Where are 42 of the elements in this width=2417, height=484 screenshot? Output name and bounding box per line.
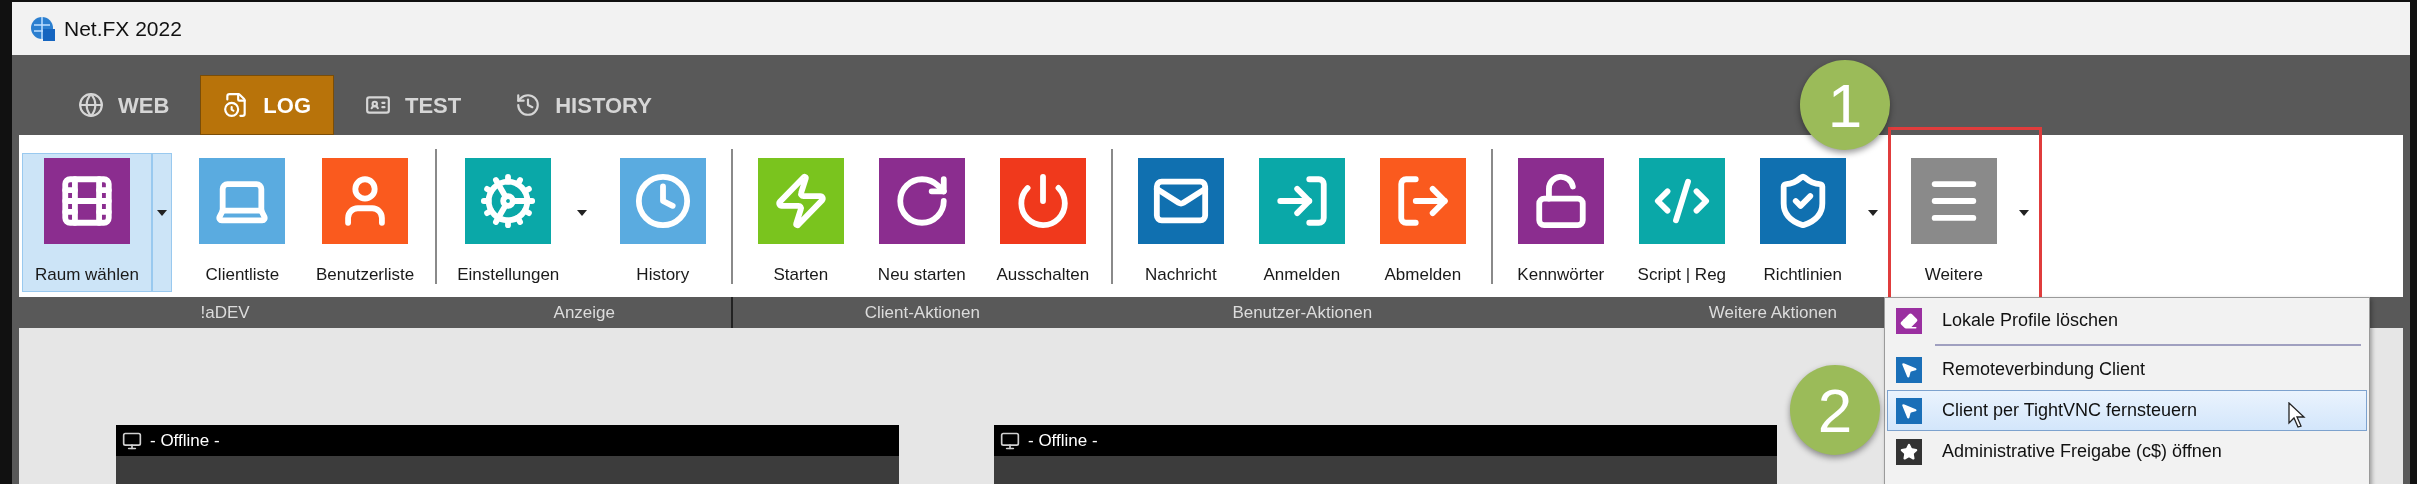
ribbon-tab[interactable]: HISTORY	[492, 75, 675, 135]
ribbon-button[interactable]: History	[602, 153, 724, 292]
dropdown-button[interactable]	[151, 153, 172, 292]
ribbon-button[interactable]: Clientliste	[181, 153, 303, 292]
mouse-cursor-icon	[2288, 402, 2306, 428]
monitor-icon	[122, 430, 142, 451]
ribbon-button[interactable]: Kennwörter	[1500, 153, 1622, 292]
group-label: Weitere Aktionen	[1708, 301, 1837, 324]
group-label: Anzeige	[553, 301, 615, 324]
caret-icon	[577, 209, 588, 216]
ribbon-tab[interactable]: LOG	[200, 75, 334, 135]
group-label: Client-Aktionen	[864, 301, 980, 324]
ribbon-button[interactable]: Abmelden	[1362, 153, 1484, 292]
history-icon	[515, 92, 542, 118]
ribbon-button[interactable]: Benutzerliste	[302, 153, 428, 292]
panel-title: - Offline -	[150, 429, 220, 452]
ribbon-tab[interactable]: TEST	[342, 75, 485, 135]
app-globe-icon	[30, 15, 56, 42]
ribbon-button[interactable]: Raum wählen	[22, 153, 152, 292]
group-label: Benutzer-Aktionen	[1232, 301, 1373, 324]
ribbon-button[interactable]: Weitere	[1893, 153, 2015, 292]
ribbon-button[interactable]: Anmelden	[1241, 153, 1363, 292]
ribbon-button[interactable]: Neu starten	[861, 153, 983, 292]
globe-icon	[78, 92, 104, 118]
ribbon-button[interactable]: Ausschalten	[982, 153, 1104, 292]
ribbon-button[interactable]: Nachricht	[1120, 153, 1242, 292]
ribbon-button[interactable]: Script | Reg	[1621, 153, 1743, 292]
window-title: Net.FX 2022	[64, 15, 182, 42]
panel-title: - Offline -	[1028, 429, 1098, 452]
ribbon-button[interactable]: Starten	[740, 153, 862, 292]
menu-item[interactable]: Client per TightVNC fernsteuern	[1887, 390, 2367, 431]
ribbon-button[interactable]: Richtlinien	[1742, 153, 1864, 292]
ribbon-button[interactable]: Einstellungen	[444, 153, 573, 292]
ribbon-tab[interactable]: WEB	[55, 75, 193, 135]
menu-item[interactable]: Lokale Profile löschen	[1887, 300, 2367, 341]
monitor-icon	[1000, 430, 1020, 451]
caret-icon	[2019, 209, 2030, 216]
menu-item[interactable]: Remoteverbindung Client	[1887, 349, 2367, 390]
caret-icon	[156, 209, 167, 216]
caret-icon	[1868, 209, 1879, 216]
menu-item[interactable]: Administrative Freigabe (c$) öffnen	[1887, 431, 2367, 472]
group-label: !aDEV	[200, 301, 250, 324]
